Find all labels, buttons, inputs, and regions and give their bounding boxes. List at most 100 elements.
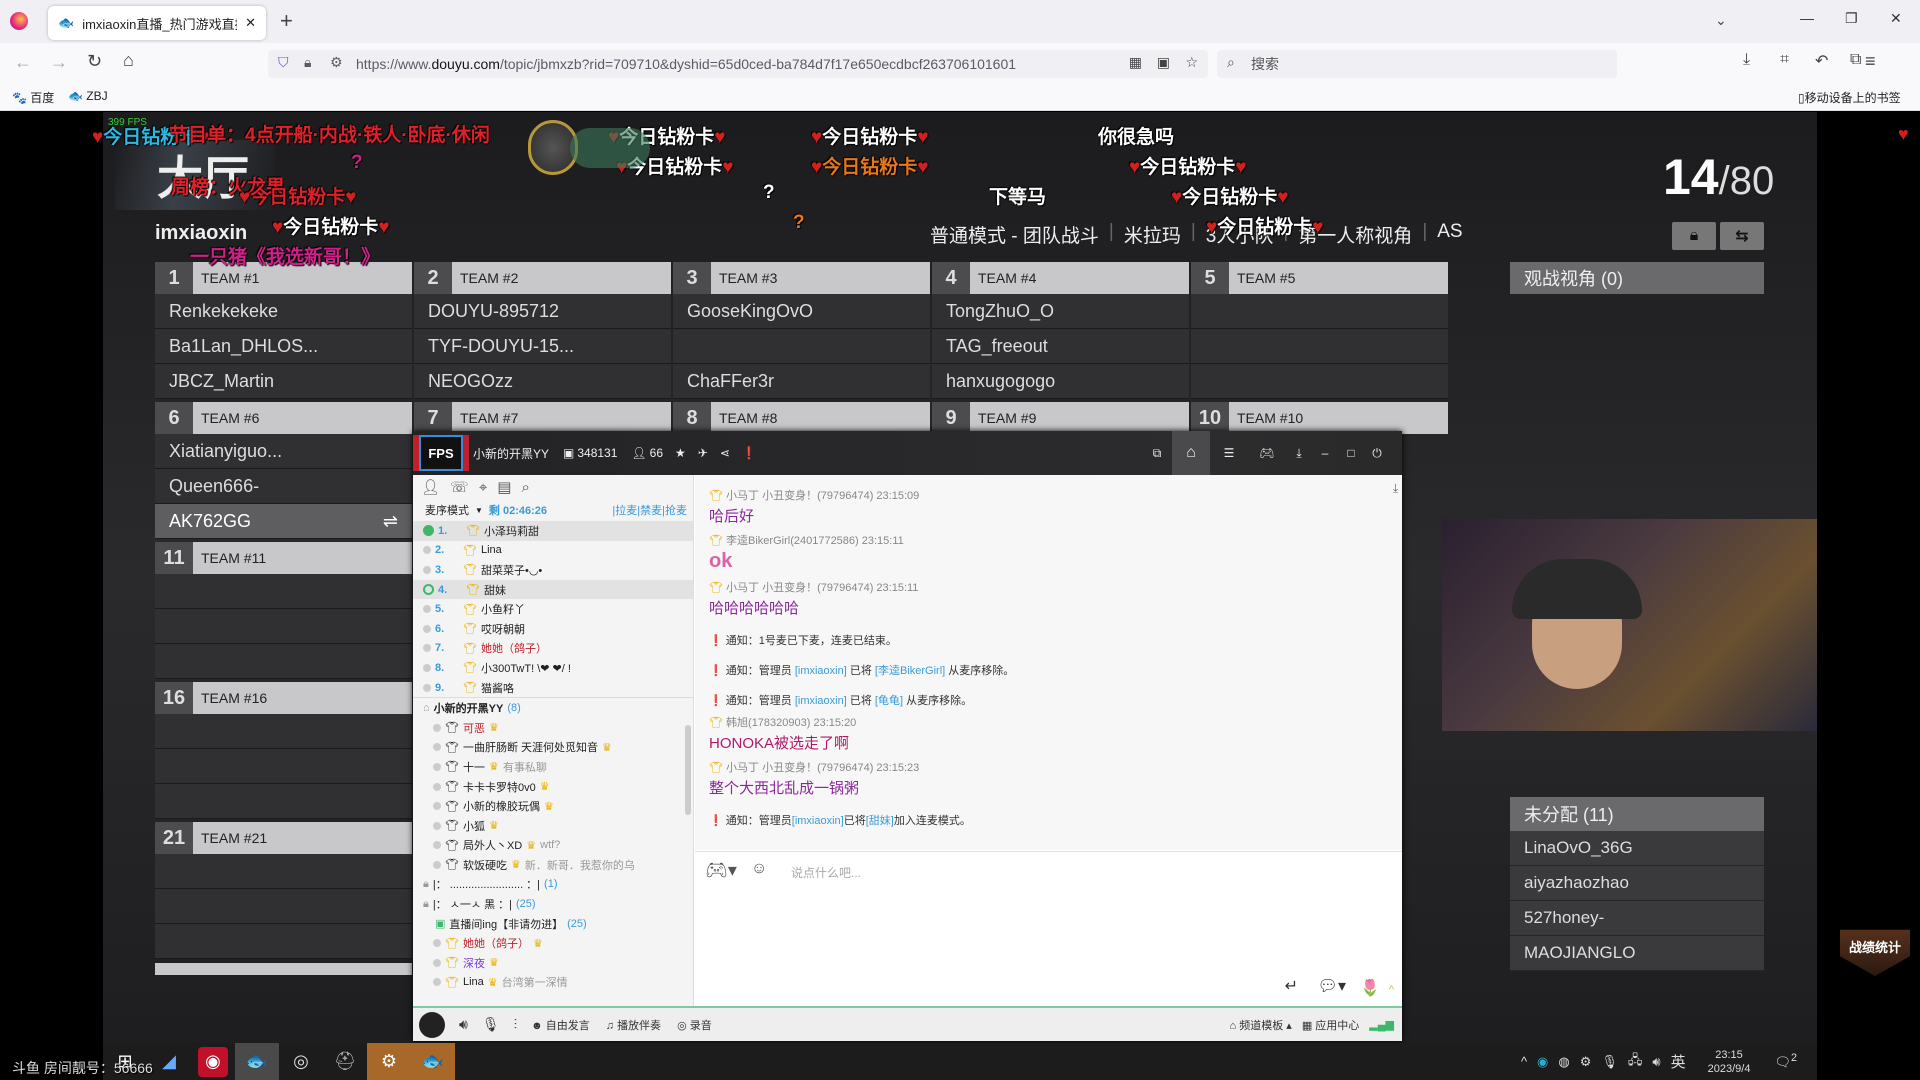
send-icon[interactable]: ↵ xyxy=(1285,976,1298,996)
search-icon[interactable]: ⌕ xyxy=(521,479,529,496)
downloads-icon[interactable]: ⤓ xyxy=(1743,51,1750,69)
unassigned-player[interactable]: 527honey- xyxy=(1510,901,1764,936)
chat-user[interactable]: 韩旭(178320903) xyxy=(726,717,810,729)
extensions-icon[interactable]: ⧉ xyxy=(1850,51,1861,69)
tree-root[interactable]: ⌂ 小新的开黑YY (8) xyxy=(413,698,693,718)
queue-item[interactable]: 5. 👕︎ 小鱼籽丫 xyxy=(413,599,693,619)
chat-user[interactable]: 小马丁 小丑变身！(79796474) xyxy=(726,582,873,594)
sub-channel[interactable]: 🔒︎ |： ........................ ：| (1) xyxy=(413,875,693,895)
member-item[interactable]: 👕︎ 她她（鸽子） ♛ xyxy=(413,933,693,953)
gamepad-icon[interactable]: 🎮︎ xyxy=(1248,446,1286,460)
user-link[interactable]: [imxiaoxin] xyxy=(795,665,847,677)
list-tabs-icon[interactable]: ⌄ xyxy=(1715,12,1727,29)
minimize-icon[interactable]: – xyxy=(1312,446,1338,460)
chat-input-placeholder[interactable]: 说点什么吧... xyxy=(791,864,861,881)
mic-mode-dropdown[interactable]: 麦序模式 xyxy=(425,502,469,518)
team-header[interactable]: 5 TEAM #5 xyxy=(1191,262,1448,294)
user-link[interactable]: [龟龟] xyxy=(875,695,903,707)
player-slot[interactable] xyxy=(1191,364,1448,399)
power-icon[interactable]: ⏻ xyxy=(1364,446,1390,461)
unassigned-player[interactable]: MAOJIANGLO xyxy=(1510,936,1764,971)
scroll-down-icon[interactable]: ⤓ xyxy=(1393,481,1398,496)
player-slot[interactable] xyxy=(155,924,412,959)
dropdown-arrow-icon[interactable]: ▼ xyxy=(475,506,483,515)
report-icon[interactable]: ❗ xyxy=(742,446,757,460)
emoji-icon[interactable]: 💬︎▾ xyxy=(1318,976,1346,996)
search-box[interactable]: ⌕ 搜索 xyxy=(1217,50,1617,78)
team-header[interactable]: 7 TEAM #7 xyxy=(414,402,671,434)
chat-user[interactable]: 李逵BikerGirl(2401772586) xyxy=(726,535,859,547)
chat-user[interactable]: 小马丁 小丑变身！(79796474) xyxy=(726,490,873,502)
queue-item[interactable]: 7. 👕︎ 她她（鸽子） xyxy=(413,639,693,659)
unassigned-player[interactable]: LinaOvO_36G xyxy=(1510,831,1764,866)
member-item[interactable]: 👕︎ 十一 ♛ 有事私聊 xyxy=(413,757,693,777)
location-icon[interactable]: ⌖ xyxy=(479,479,487,496)
close-window-icon[interactable]: ✕ xyxy=(1890,10,1902,27)
player-slot[interactable] xyxy=(673,329,930,364)
team-header[interactable]: 11 TEAM #11 xyxy=(155,542,412,574)
team-header[interactable]: 8 TEAM #8 xyxy=(673,402,930,434)
sub-channel[interactable]: 🔒︎ |： ㅅ一ㅅ 黑 ：| (25) xyxy=(413,894,693,914)
lock-icon[interactable]: 🔒︎ xyxy=(304,54,311,71)
player-slot[interactable]: Xiatianyiguo... xyxy=(155,434,412,469)
avatar[interactable] xyxy=(419,1011,445,1038)
team-header[interactable]: 3 TEAM #3 xyxy=(673,262,930,294)
queue-item[interactable]: 8. 👕︎ 小300TwT! \❤ ❤/ ! xyxy=(413,658,693,678)
minimize-icon[interactable]: — xyxy=(1800,10,1814,26)
sidebar-scrollbar[interactable] xyxy=(685,725,691,815)
reader-icon[interactable]: ▣ xyxy=(1157,54,1170,71)
player-slot[interactable]: TongZhuO_O xyxy=(932,294,1189,329)
player-slot[interactable]: NEOGOzz xyxy=(414,364,671,399)
browser-tab[interactable]: 🐟 imxiaoxin直播_热门游戏直播_ ✕ xyxy=(48,6,266,40)
game-emoji-icon[interactable]: 🎮︎▾ xyxy=(705,860,737,881)
share-icon[interactable]: ⋖ xyxy=(720,446,730,460)
menu-icon[interactable]: ≡ xyxy=(1865,51,1876,72)
player-slot[interactable]: JBCZ_Martin xyxy=(155,364,412,399)
player-slot[interactable] xyxy=(155,854,412,889)
yy-titlebar[interactable]: FPS 小新的开黑YY ▣ 348131 👤︎ 66 ★ ✈ ⋖ ❗ ⧉ ⌂ ☰ 🎮… xyxy=(413,431,1402,475)
expand-icon[interactable]: ^ xyxy=(1389,984,1394,996)
new-tab-button[interactable]: + xyxy=(280,8,293,34)
maximize-icon[interactable]: □ xyxy=(1338,446,1364,460)
member-item[interactable]: 👕︎ 局外人丶XD ♛ wtf? xyxy=(413,836,693,856)
back-icon[interactable]: ← xyxy=(14,52,32,73)
permissions-icon[interactable]: ⚙︎ xyxy=(330,54,343,71)
player-slot[interactable] xyxy=(1191,329,1448,364)
lock-button[interactable]: 🔒︎ xyxy=(1672,222,1716,250)
speaker-icon[interactable]: 🔊︎ xyxy=(459,1016,468,1033)
player-slot[interactable] xyxy=(155,889,412,924)
player-slot[interactable]: AK762GG ⇌ xyxy=(155,504,412,539)
music-button[interactable]: ♫ 播放伴奏 xyxy=(606,1017,661,1033)
player-slot[interactable]: Queen666- xyxy=(155,469,412,504)
member-item[interactable]: 👕︎ 卡卡卡罗特0v0 ♛ xyxy=(413,777,693,797)
bookmark-zbj[interactable]: 🐟 ZBJ xyxy=(68,89,108,103)
close-tab-icon[interactable]: ✕ xyxy=(245,15,256,31)
queue-item[interactable]: 2. 👕︎ Lina xyxy=(413,541,693,561)
reload-icon[interactable]: ↻ xyxy=(87,51,102,72)
user-icon[interactable]: 👤︎ xyxy=(421,478,440,496)
team-header[interactable]: 4 TEAM #4 xyxy=(932,262,1189,294)
mixer-icon[interactable]: ⫶ xyxy=(514,1016,518,1033)
live-icon[interactable]: ⧉ xyxy=(1142,446,1172,461)
player-slot[interactable]: GooseKingOvO xyxy=(673,294,930,329)
member-item[interactable]: 👕︎ 可恶 ♛ xyxy=(413,718,693,738)
record-button[interactable]: ◎ 录音 xyxy=(677,1017,712,1033)
player-slot[interactable] xyxy=(155,609,412,644)
apps-button[interactable]: ▦ 应用中心 xyxy=(1302,1017,1359,1033)
member-item[interactable]: 👕︎ 一曲肝肠断 天涯何处觅知音 ♛ xyxy=(413,738,693,758)
player-slot[interactable]: ChaFFer3r xyxy=(673,364,930,399)
player-slot[interactable] xyxy=(155,714,412,749)
home-icon[interactable]: ⌂ xyxy=(123,50,134,71)
team-header[interactable]: 6 TEAM #6 xyxy=(155,402,412,434)
forward-icon[interactable]: → xyxy=(50,52,68,73)
team-header[interactable]: 9 TEAM #9 xyxy=(932,402,1189,434)
swap-button[interactable]: ⇆ xyxy=(1720,222,1764,250)
template-button[interactable]: ⌂ 频道模板 ▴ xyxy=(1230,1017,1292,1033)
plane-icon[interactable]: ✈ xyxy=(698,446,708,460)
download-icon[interactable]: ⤓ xyxy=(1286,446,1312,461)
queue-item[interactable]: 6. 👕︎ 哎呀朝朝 xyxy=(413,619,693,639)
list-icon[interactable]: ☰ xyxy=(1210,446,1248,460)
player-slot[interactable] xyxy=(155,784,412,819)
member-item[interactable]: 👕︎ 软饭硬吃 ♛ 新．新哥．我惹你的乌 xyxy=(413,855,693,875)
ban-mic-link[interactable]: 禁麦 xyxy=(640,505,662,517)
